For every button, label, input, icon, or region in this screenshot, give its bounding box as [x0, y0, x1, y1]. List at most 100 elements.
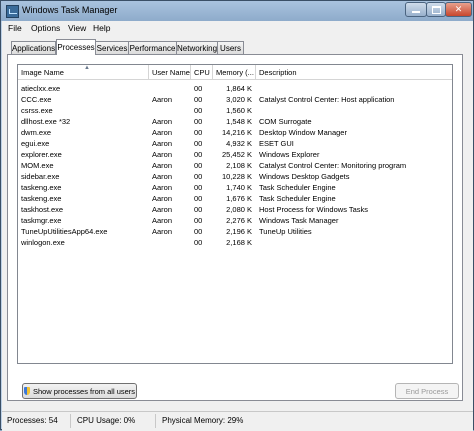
show-all-users-label: Show processes from all users — [32, 386, 136, 396]
column-description[interactable]: Description — [256, 65, 452, 80]
cell-user-name: Aaron — [152, 161, 173, 170]
cell-image-name: explorer.exe — [21, 150, 62, 159]
cell-image-name: taskhost.exe — [21, 205, 64, 214]
cell-image-name: winlogon.exe — [21, 238, 65, 247]
table-row[interactable]: atieclxx.exe 00 1,864 K — [18, 83, 452, 94]
cell-memory: 1,676 K — [226, 194, 252, 203]
cell-user-name: Aaron — [152, 172, 173, 181]
cell-user-name: Aaron — [152, 194, 173, 203]
table-row[interactable]: CCC.exe Aaron 00 3,020 K Catalyst Control Ce… — [18, 94, 452, 105]
cell-cpu: 00 — [194, 238, 203, 247]
tab-services[interactable]: Services — [95, 41, 129, 54]
cell-image-name: taskeng.exe — [21, 183, 62, 192]
cell-memory: 2,168 K — [226, 238, 252, 247]
cell-user-name: Aaron — [152, 128, 173, 137]
cell-description: Catalyst Control Center: Host applicatio… — [259, 95, 395, 104]
cell-description: COM Surrogate — [259, 117, 312, 126]
sort-up-icon: ▲ — [84, 65, 90, 71]
table-row[interactable]: TuneUpUtilitiesApp64.exe Aaron 00 2,196 K Tu… — [18, 226, 452, 237]
table-row[interactable]: MOM.exe Aaron 00 2,108 K Catalyst Control Ce… — [18, 160, 452, 171]
cell-description: Windows Explorer — [259, 150, 320, 159]
tab-applications[interactable]: Applications — [11, 41, 56, 54]
column-cpu[interactable]: CPU — [191, 65, 213, 80]
cell-memory: 25,452 K — [221, 150, 252, 159]
cell-user-name: Aaron — [152, 216, 173, 225]
menu-view[interactable]: View — [68, 23, 86, 33]
tab-networking[interactable]: Networking — [176, 41, 218, 54]
table-row[interactable]: dwm.exe Aaron 00 14,216 K Desktop Window Man… — [18, 127, 452, 138]
task-manager-icon — [6, 5, 19, 18]
cell-cpu: 00 — [194, 227, 203, 236]
cell-description: ESET GUI — [259, 139, 294, 148]
show-all-users-button[interactable]: Show processes from all users — [22, 383, 137, 399]
cell-cpu: 00 — [194, 117, 203, 126]
cell-user-name: Aaron — [152, 117, 173, 126]
status-separator — [155, 414, 156, 428]
menu-help[interactable]: Help — [93, 23, 110, 33]
menu-bar: File Options View Help — [2, 21, 473, 36]
cell-description: Catalyst Control Center: Monitoring prog… — [259, 161, 407, 170]
cell-user-name: Aaron — [152, 150, 173, 159]
status-bar: Processes: 54 CPU Usage: 0% Physical Mem… — [2, 411, 473, 431]
cell-memory: 1,864 K — [226, 84, 252, 93]
cell-cpu: 00 — [194, 106, 203, 115]
close-button[interactable]: ✕ — [445, 2, 472, 17]
tab-users[interactable]: Users — [217, 41, 244, 54]
table-row[interactable]: taskmgr.exe Aaron 00 2,276 K Windows Task Ma… — [18, 215, 452, 226]
cell-memory: 14,216 K — [221, 128, 252, 137]
close-icon: ✕ — [454, 4, 463, 14]
client-area: Applications Processes Services Performa… — [2, 36, 473, 411]
cell-memory: 1,560 K — [226, 106, 252, 115]
cell-cpu: 00 — [194, 84, 203, 93]
cell-description: Task Scheduler Engine — [259, 194, 336, 203]
table-row[interactable]: csrss.exe 00 1,560 K — [18, 105, 452, 116]
cell-description: Windows Desktop Gadgets — [259, 172, 350, 181]
menu-file[interactable]: File — [8, 23, 22, 33]
column-image-name[interactable]: Image Name ▲ — [18, 65, 149, 80]
table-row[interactable]: sidebar.exe Aaron 00 10,228 K Windows Deskto… — [18, 171, 452, 182]
cell-description: Desktop Window Manager — [259, 128, 347, 137]
cell-cpu: 00 — [194, 194, 203, 203]
end-process-button[interactable]: End Process — [395, 383, 459, 399]
cell-user-name: Aaron — [152, 205, 173, 214]
status-cpu-usage: CPU Usage: 0% — [77, 416, 136, 425]
cell-description: Windows Task Manager — [259, 216, 339, 225]
cell-cpu: 00 — [194, 205, 203, 214]
cell-cpu: 00 — [194, 216, 203, 225]
cell-image-name: egui.exe — [21, 139, 50, 148]
cell-image-name: dllhost.exe *32 — [21, 117, 71, 126]
cell-memory: 2,080 K — [226, 205, 252, 214]
cell-cpu: 00 — [194, 95, 203, 104]
column-memory[interactable]: Memory (... — [213, 65, 256, 80]
cell-user-name: Aaron — [152, 227, 173, 236]
status-physical-memory: Physical Memory: 29% — [162, 416, 244, 425]
cell-memory: 10,228 K — [221, 172, 252, 181]
process-list[interactable]: Image Name ▲ User Name CPU Memory (... D… — [17, 64, 453, 364]
cell-cpu: 00 — [194, 183, 203, 192]
tab-performance[interactable]: Performance — [128, 41, 177, 54]
title-bar[interactable]: Windows Task Manager ✕ — [1, 1, 473, 21]
minimize-button[interactable] — [405, 2, 427, 17]
cell-description: TuneUp Utilities — [259, 227, 312, 236]
table-row[interactable]: taskhost.exe Aaron 00 2,080 K Host Process f… — [18, 204, 452, 215]
cell-cpu: 00 — [194, 150, 203, 159]
table-row[interactable]: taskeng.exe Aaron 00 1,740 K Task Scheduler … — [18, 182, 452, 193]
menu-options[interactable]: Options — [31, 23, 60, 33]
cell-user-name: Aaron — [152, 183, 173, 192]
table-row[interactable]: winlogon.exe 00 2,168 K — [18, 237, 452, 248]
table-row[interactable]: egui.exe Aaron 00 4,932 K ESET GUI — [18, 138, 452, 149]
maximize-button[interactable] — [426, 2, 446, 17]
cell-image-name: csrss.exe — [21, 106, 53, 115]
table-row[interactable]: explorer.exe Aaron 00 25,452 K Windows Explo… — [18, 149, 452, 160]
table-row[interactable]: dllhost.exe *32 Aaron 00 1,548 K COM Surroga… — [18, 116, 452, 127]
cell-description: Host Process for Windows Tasks — [259, 205, 369, 214]
cell-memory: 2,108 K — [226, 161, 252, 170]
task-manager-window: Windows Task Manager ✕ File Options View… — [0, 0, 474, 431]
table-row[interactable]: taskeng.exe Aaron 00 1,676 K Task Scheduler … — [18, 193, 452, 204]
tab-processes[interactable]: Processes — [56, 39, 96, 55]
status-separator — [70, 414, 71, 428]
cell-memory: 1,548 K — [226, 117, 252, 126]
cell-memory: 4,932 K — [226, 139, 252, 148]
column-user-name[interactable]: User Name — [149, 65, 191, 80]
minimize-icon — [412, 11, 420, 13]
